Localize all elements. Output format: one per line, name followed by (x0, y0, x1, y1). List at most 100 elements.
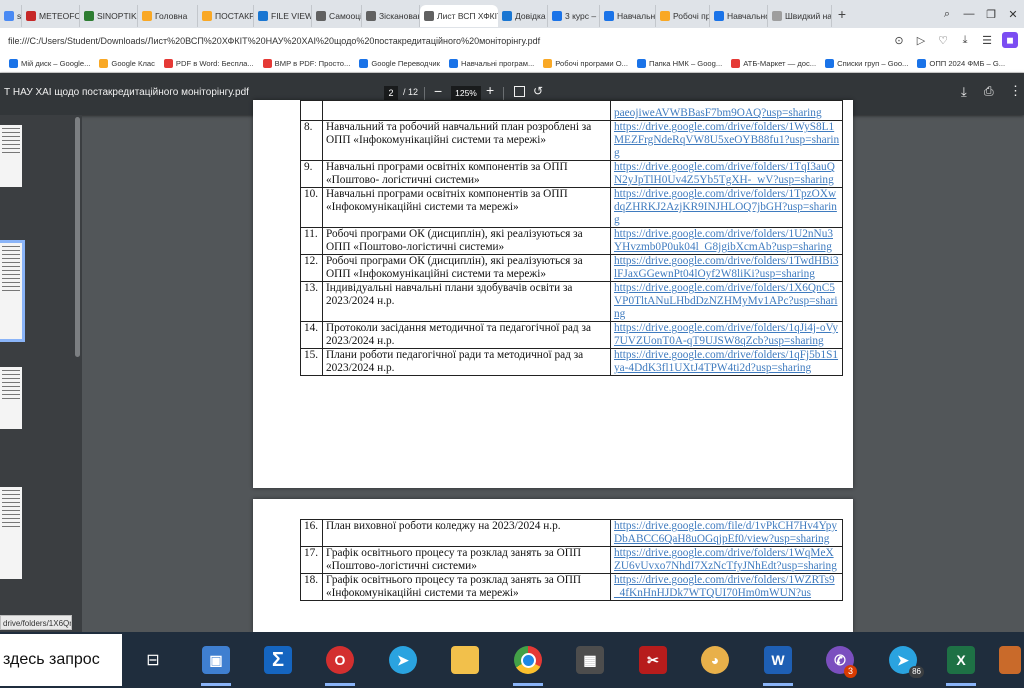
bookmark-label: PDF в Word: Беспла... (175, 58, 254, 68)
tab[interactable]: Навчально- (710, 5, 768, 27)
search-tabs-icon[interactable]: ⌕ (936, 8, 958, 21)
row-link[interactable]: https://drive.google.com/drive/folders/1… (610, 546, 843, 574)
row-link[interactable]: https://drive.google.com/drive/folders/1… (610, 187, 843, 228)
new-tab-button[interactable]: + (832, 6, 852, 22)
task-view-button[interactable]: ⊟ (130, 638, 176, 682)
tab[interactable]: ПОСТАКРЕД (198, 5, 254, 27)
tab[interactable]: METEOFOR (22, 5, 80, 27)
taskbar-app-excel[interactable]: X (938, 638, 984, 686)
bookmark-item[interactable]: Google Переводчик (359, 58, 440, 68)
more-options-icon[interactable]: ⋮ (1009, 83, 1022, 99)
zoom-in-icon[interactable]: + (486, 82, 494, 98)
minimize-icon[interactable]: — (958, 8, 980, 20)
zoom-input[interactable]: 125% (451, 86, 481, 100)
restore-icon[interactable]: ❐ (980, 8, 1002, 21)
tab-title: Лист ВСП ХФКІТ НАУ (437, 11, 498, 21)
page-thumbnail[interactable] (0, 125, 22, 187)
tab-favicon (772, 11, 782, 21)
bookmark-favicon (731, 58, 741, 68)
bookmark-item[interactable]: АТБ-Маркет — дос... (731, 58, 816, 68)
bookmark-item[interactable]: Мій диск – Google... (9, 58, 90, 68)
page-thumbnail[interactable] (0, 367, 22, 429)
pdf-page: 16. План виховної роботи коледжу на 2023/… (253, 499, 853, 632)
bookmark-item[interactable]: ОПП 2024 ФМБ – G... (917, 58, 1005, 68)
taskbar-app-extra[interactable] (996, 638, 1024, 682)
tab-active[interactable]: Лист ВСП ХФКІТ НАУ✕ (420, 5, 498, 27)
row-number: 11. (300, 227, 323, 255)
tab[interactable]: 3 курс – Goo (548, 5, 600, 27)
taskbar-app-explorer[interactable] (442, 638, 488, 682)
tab[interactable]: Навчальні п (600, 5, 656, 27)
screenshot-icon[interactable]: ⊙ (892, 34, 906, 47)
tab-favicon (714, 11, 724, 21)
viber-badge: 3 (843, 665, 857, 678)
row-description: Протоколи засідання методичної та педаго… (322, 321, 611, 349)
tab[interactable]: FILE VIEW (254, 5, 312, 27)
pdf-download-icon[interactable]: ⤓ (961, 84, 967, 100)
tab[interactable]: SINOPTIK: П (80, 5, 138, 27)
rotate-icon[interactable]: ↺ (533, 84, 543, 98)
row-number: 8. (300, 120, 323, 161)
row-link[interactable]: https://drive.google.com/drive/folders/1… (610, 160, 843, 188)
url-field[interactable]: file:///C:/Users/Student/Downloads/Лист%… (8, 36, 828, 46)
row-link[interactable]: https://drive.google.com/drive/folders/1… (610, 254, 843, 282)
taskbar-app-telegram[interactable]: ➤ (380, 638, 426, 682)
bookmark-item[interactable]: BMP в PDF: Просто... (262, 58, 350, 68)
send-icon[interactable]: ▷ (914, 34, 928, 47)
row-link[interactable]: https://drive.google.com/drive/folders/1… (610, 348, 843, 376)
tab[interactable]: Самооцінк (312, 5, 362, 27)
bookmark-item[interactable]: Google Клас (99, 58, 155, 68)
taskbar-app-word[interactable]: W (755, 638, 801, 686)
bookmark-favicon (163, 58, 173, 68)
bookmark-item[interactable]: Навчальні програм... (449, 58, 534, 68)
print-icon[interactable]: ⎙ (984, 84, 994, 99)
row-link[interactable]: https://drive.google.com/file/d/1vPkCH7H… (610, 519, 843, 547)
page-number-input[interactable]: 2 (384, 86, 398, 100)
row-description: Графік освітнього процесу та розклад зан… (322, 546, 611, 574)
row-link[interactable]: https://drive.google.com/drive/folders/1… (610, 227, 843, 255)
table-row: 9. Навчальні програми освітніх компоненті… (300, 160, 843, 188)
download-icon[interactable]: ⤓ (958, 34, 972, 47)
row-description: Плани роботи педагогічної ради та методи… (322, 348, 611, 376)
row-description (322, 100, 611, 121)
taskbar-app-viber[interactable]: ✆ 3 (817, 638, 863, 682)
zoom-out-icon[interactable]: − (434, 83, 442, 99)
fit-page-icon[interactable] (514, 86, 525, 97)
tab[interactable]: Робочі прог (656, 5, 710, 27)
row-link[interactable]: https://drive.google.com/drive/folders/1… (610, 281, 843, 322)
menu-icon[interactable]: ☰ (980, 34, 994, 47)
sidebar-scrollbar[interactable] (75, 117, 80, 357)
row-link[interactable]: paeojiweAVWBBasF7bm9OAQ?usp=sharing (610, 100, 843, 121)
bookmark-item[interactable]: Робочі програми О... (543, 58, 628, 68)
tab[interactable]: Головна (138, 5, 198, 27)
tab[interactable]: Швидкий на (768, 5, 832, 27)
row-link[interactable]: https://drive.google.com/drive/folders/1… (610, 120, 843, 161)
row-link[interactable]: https://drive.google.com/drive/folders/1… (610, 573, 843, 601)
close-icon[interactable]: ✕ (1002, 8, 1024, 21)
taskbar-app-chrome[interactable] (505, 638, 551, 686)
tab[interactable]: Довідка ОП (498, 5, 548, 27)
extension-icon[interactable]: ◼ (1002, 32, 1018, 48)
taskbar-app-calculator[interactable]: ▦ (567, 638, 613, 682)
bookmark-item[interactable]: Списки груп – Goo... (825, 58, 908, 68)
table-row: 15. Плани роботи педагогічної ради та мет… (300, 348, 843, 376)
row-link[interactable]: https://drive.google.com/drive/folders/1… (610, 321, 843, 349)
tab[interactable]: sher (0, 5, 22, 27)
page-thumbnail-selected[interactable] (0, 240, 25, 342)
link-hover-status: drive/folders/1X6Qn (0, 615, 72, 630)
bookmark-label: Google Переводчик (371, 58, 440, 68)
taskbar-app-save[interactable]: ▣ (193, 638, 239, 686)
bookmarks-bar: Мій диск – Google... Google Клас PDF в Wor… (0, 54, 1024, 73)
bookmark-item[interactable]: Папка НМК – Goog... (637, 58, 722, 68)
taskbar-app-sigma[interactable]: Σ (255, 638, 301, 682)
taskbar-app-opera[interactable]: O (317, 638, 363, 686)
taskbar-app-snipping[interactable]: ✂ (630, 638, 676, 682)
taskbar-app-paint[interactable]: ◕ (692, 638, 738, 682)
page-thumbnail[interactable] (0, 487, 22, 579)
heart-icon[interactable]: ♡ (936, 34, 950, 47)
tab[interactable]: Зіскановані (362, 5, 420, 27)
taskbar-app-telegram-2[interactable]: ➤ 86 (880, 638, 926, 682)
taskbar-search-input[interactable]: здесь запрос (0, 634, 122, 686)
bookmark-item[interactable]: PDF в Word: Беспла... (163, 58, 254, 68)
tab-favicon (552, 11, 562, 21)
